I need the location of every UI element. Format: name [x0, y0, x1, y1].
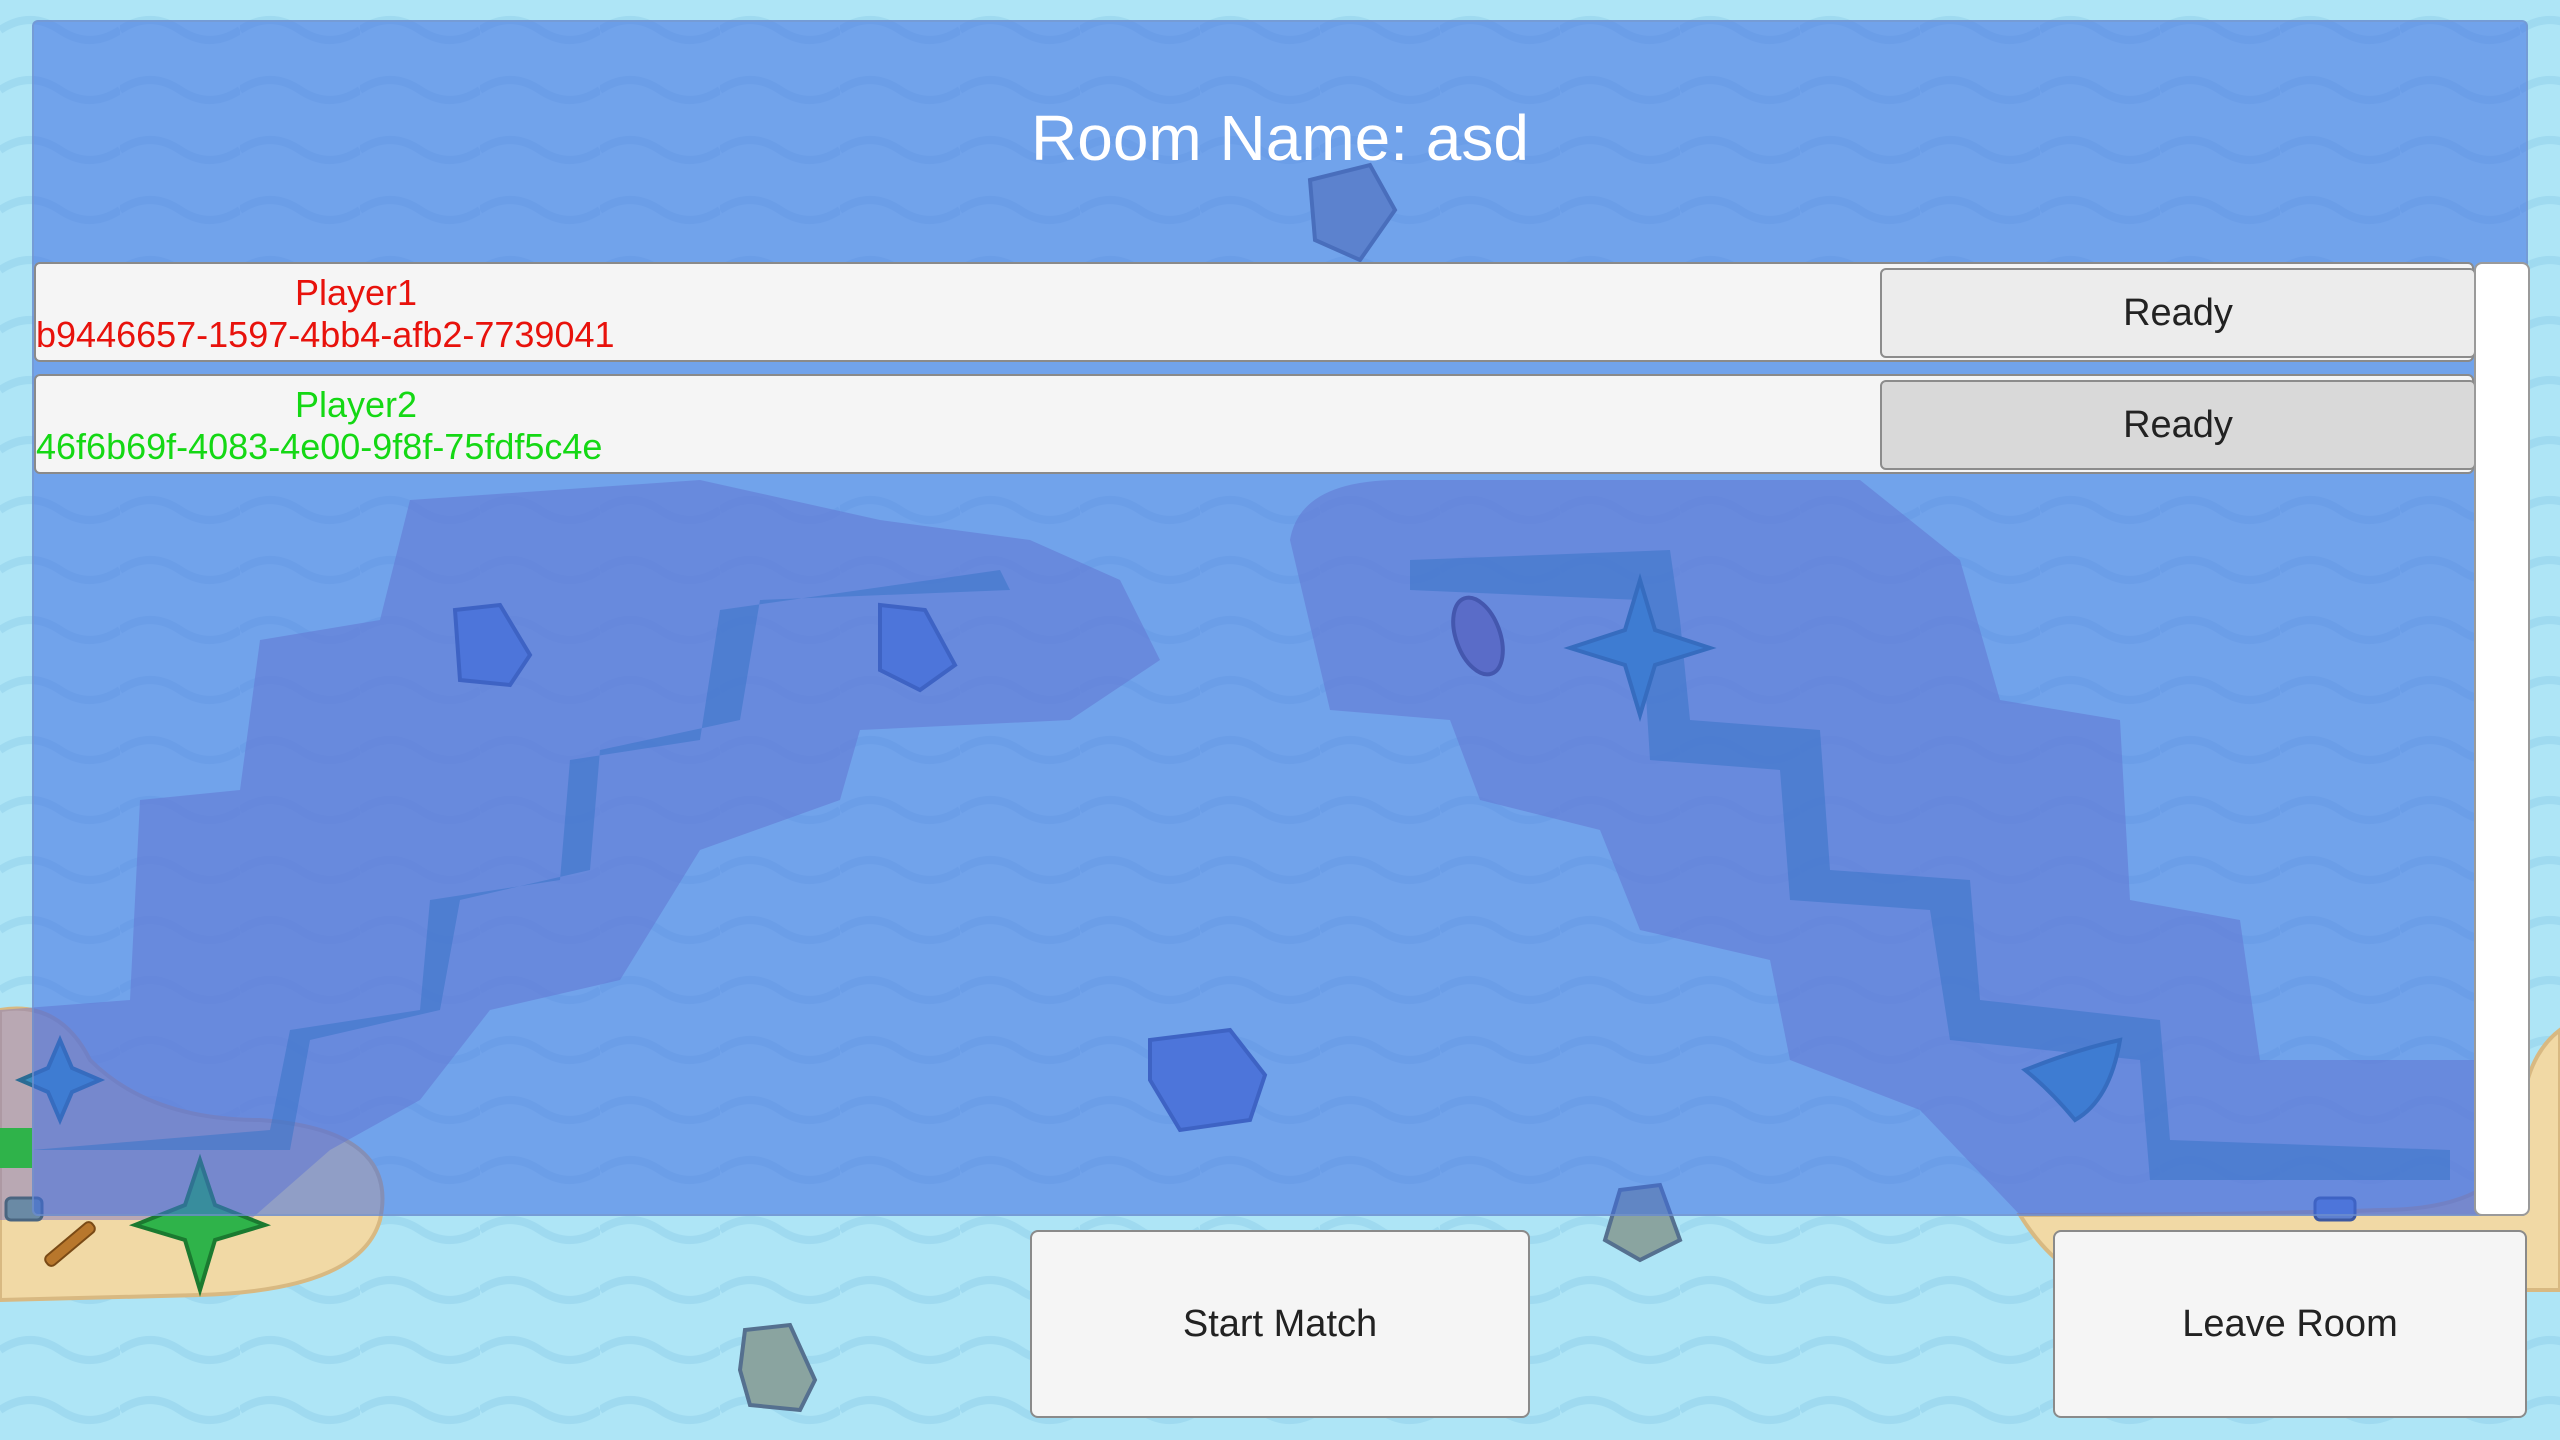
player-row: Player2 46f6b69f-4083-4e00-9f8f-75fdf5c4… — [34, 374, 2476, 474]
leave-room-button[interactable]: Leave Room — [2053, 1230, 2527, 1418]
player-row: Player1 b9446657-1597-4bb4-afb2-7739041 … — [34, 262, 2476, 362]
player-list-scrollbar[interactable] — [2474, 262, 2530, 1216]
edge-marker — [0, 1128, 32, 1168]
player-name: Player1 — [294, 272, 418, 313]
room-title: Room Name: asd — [1031, 102, 1529, 174]
player-name: Player2 — [294, 384, 418, 425]
start-match-button[interactable]: Start Match — [1030, 1230, 1530, 1418]
ready-button[interactable]: Ready — [1880, 268, 2476, 358]
lobby-panel — [32, 20, 2528, 1216]
ready-button[interactable]: Ready — [1880, 380, 2476, 470]
player-id: 46f6b69f-4083-4e00-9f8f-75fdf5c4e — [36, 426, 603, 467]
player-id: b9446657-1597-4bb4-afb2-7739041 — [36, 314, 615, 355]
